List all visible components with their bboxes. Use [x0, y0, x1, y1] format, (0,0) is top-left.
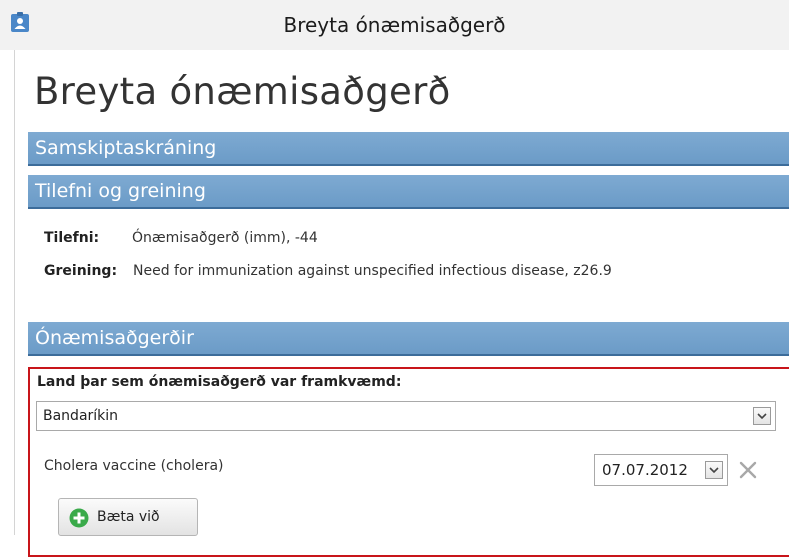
plus-circle-icon — [69, 508, 89, 528]
add-button-label: Bæta við — [97, 509, 160, 525]
section-header-immunizations[interactable]: Ónæmisaðgerðir — [28, 322, 789, 356]
page-title: Breyta ónæmisaðgerð — [34, 70, 451, 113]
section-header-communication[interactable]: Samskiptaskráning — [28, 132, 789, 166]
diagnosis-value: Need for immunization against unspecifie… — [133, 263, 612, 279]
section-title: Samskiptaskráning — [35, 137, 217, 159]
occasion-label: Tilefni: — [44, 230, 100, 246]
frame-border — [14, 50, 15, 535]
vaccine-name: Cholera vaccine (cholera) — [44, 458, 224, 474]
country-select-value: Bandaríkin — [43, 408, 119, 424]
add-button[interactable]: Bæta við — [58, 498, 198, 536]
occasion-value: Ónæmisaðgerð (imm), -44 — [132, 230, 318, 246]
window-title: Breyta ónæmisaðgerð — [283, 13, 506, 37]
date-select-value: 07.07.2012 — [602, 461, 688, 479]
section-title: Ónæmisaðgerðir — [35, 327, 194, 349]
diagnosis-label: Greining: — [44, 263, 118, 279]
chevron-down-icon[interactable] — [753, 407, 771, 425]
date-select[interactable]: 07.07.2012 — [594, 454, 728, 486]
country-select[interactable]: Bandaríkin — [36, 401, 776, 431]
close-icon[interactable] — [738, 460, 758, 480]
country-label: Land þar sem ónæmisaðgerð var framkvæmd: — [37, 374, 402, 390]
chevron-down-icon[interactable] — [705, 461, 723, 479]
section-header-reason[interactable]: Tilefni og greining — [28, 175, 789, 209]
section-title: Tilefni og greining — [35, 180, 206, 202]
title-bar: Breyta ónæmisaðgerð — [0, 0, 789, 50]
